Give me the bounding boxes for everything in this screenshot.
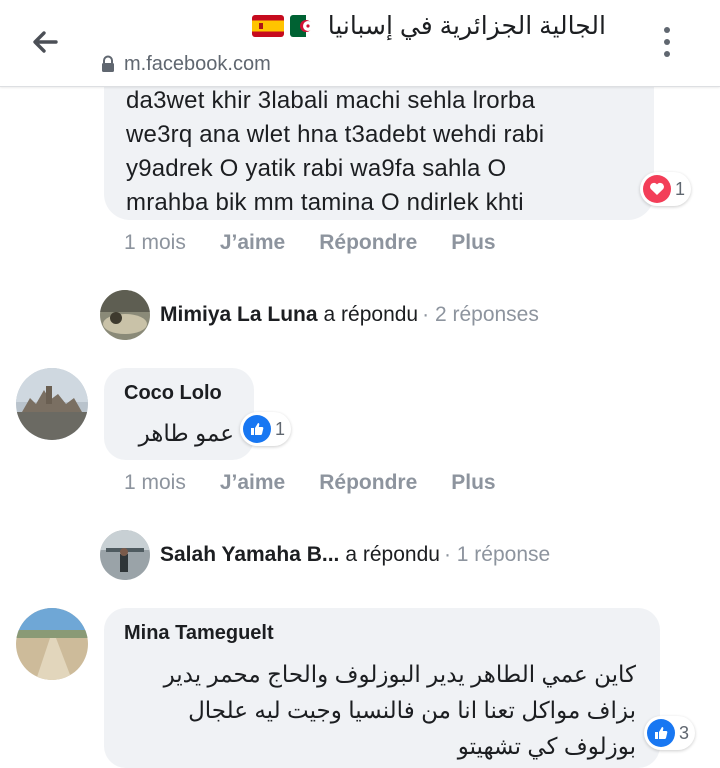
reply-author-name[interactable]: Mimiya La Luna <box>160 303 318 327</box>
comment-actions: 1 mois J’aime Répondre Plus <box>124 228 530 258</box>
comment-text-line: كاين عمي الطاهر يدير البوزلوف والحاج محم… <box>163 661 636 687</box>
love-reaction-icon <box>643 175 671 203</box>
comment-bubble: Coco Lolo عمو طاهر <box>104 368 254 460</box>
reply-count[interactable]: · 1 réponse <box>444 543 550 567</box>
reply-button[interactable]: Répondre <box>319 231 417 255</box>
comment-bubble: Mina Tameguelt كاين عمي الطاهر يدير البو… <box>104 608 660 768</box>
back-arrow-icon[interactable] <box>26 22 66 62</box>
reply-summary[interactable]: Mimiya La Luna a répondu · 2 réponses <box>148 290 539 340</box>
spain-flag-icon <box>251 15 284 37</box>
url-bar: m.facebook.com <box>100 52 271 76</box>
like-reaction-icon <box>243 415 271 443</box>
like-button[interactable]: J’aime <box>220 231 285 255</box>
comment-author[interactable]: Mina Tameguelt <box>124 622 274 645</box>
reaction-badge[interactable]: 1 <box>640 172 692 206</box>
reply-count[interactable]: · 2 réponses <box>422 303 539 327</box>
comment-author[interactable]: Coco Lolo <box>124 382 222 405</box>
page-title: الجالية الجزائرية في إسبانيا <box>327 12 606 40</box>
top-bar: الجالية الجزائرية في إسبانيا m.facebook.… <box>0 0 720 87</box>
algeria-flag-icon <box>289 15 322 37</box>
url-text: m.facebook.com <box>124 52 271 75</box>
like-reaction-icon <box>647 719 675 747</box>
comment-text-line: da3wet khir 3labali machi sehla lrorba <box>126 87 536 114</box>
more-options-icon[interactable] <box>652 22 682 62</box>
comment-text-line: بزاف مواكل تعنا انا من فالنسيا وجيت ليه … <box>188 697 636 723</box>
reply-button[interactable]: Répondre <box>319 471 417 495</box>
timestamp: 1 mois <box>124 471 186 494</box>
reply-author-name[interactable]: Salah Yamaha B... <box>160 543 339 567</box>
reaction-badge[interactable]: 1 <box>240 412 292 446</box>
reaction-count: 1 <box>275 418 286 439</box>
comment-text-line: we3rq ana wlet hna t3adebt wehdi rabi <box>126 121 545 148</box>
reply-verb: a répondu <box>345 543 440 566</box>
lock-icon <box>100 55 116 73</box>
reaction-count: 1 <box>675 178 686 199</box>
reaction-count: 3 <box>679 722 690 743</box>
comment-text-line: y9adrek O yatik rabi wa9fa sahla O <box>126 155 507 182</box>
like-button[interactable]: J’aime <box>220 471 285 495</box>
timestamp: 1 mois <box>124 231 186 254</box>
comment-text: da3wet khir 3labali machi sehla lrorba w… <box>126 84 544 220</box>
more-button[interactable]: Plus <box>451 471 495 495</box>
page-title-group: الجالية الجزائرية في إسبانيا <box>176 6 606 46</box>
more-button[interactable]: Plus <box>451 231 495 255</box>
reply-summary[interactable]: Salah Yamaha B... a répondu · 1 réponse <box>148 530 550 580</box>
avatar[interactable] <box>16 608 88 680</box>
comment-actions: 1 mois J’aime Répondre Plus <box>124 468 530 498</box>
comment-text: عمو طاهر <box>138 420 234 446</box>
avatar[interactable] <box>100 530 150 580</box>
comment-text-line: mrahba bik mm tamina O ndirlek khti <box>126 189 524 216</box>
comment-text: كاين عمي الطاهر يدير البوزلوف والحاج محم… <box>164 656 636 764</box>
avatar[interactable] <box>16 368 88 440</box>
avatar[interactable] <box>100 290 150 340</box>
reaction-badge[interactable]: 3 <box>644 716 696 750</box>
comment-text-line: بوزلوف كي تشهيتو <box>457 733 636 759</box>
reply-verb: a répondu <box>323 303 419 326</box>
